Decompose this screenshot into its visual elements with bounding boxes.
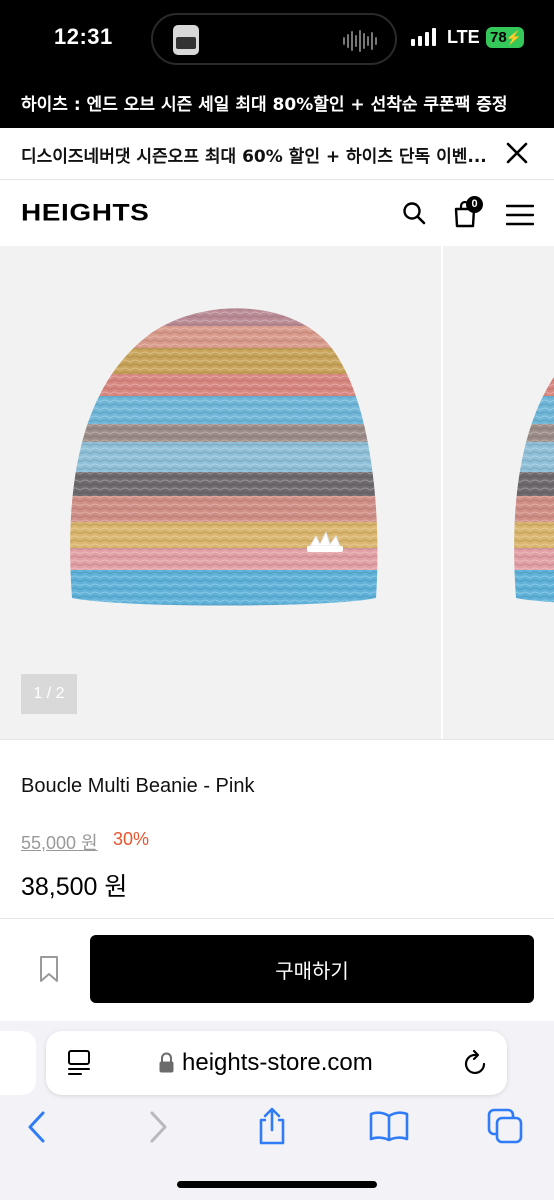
status-bar: 12:31 LTE 78 ⚡ — [0, 0, 554, 78]
product-image-carousel[interactable]: 1 / 2 — [0, 246, 554, 740]
now-playing-artwork-icon — [173, 25, 199, 55]
battery-level: 78 — [490, 29, 507, 46]
promo-banner[interactable]: 하이츠 : 엔드 오브 시즌 세일 최대 80%할인 + 선착순 쿠폰팩 증정 — [0, 78, 554, 128]
bookmark-icon[interactable] — [37, 955, 61, 983]
cellular-signal-icon — [411, 28, 436, 46]
status-time: 12:31 — [54, 24, 113, 49]
slide-counter: 1 / 2 — [21, 674, 77, 714]
network-type: LTE — [447, 27, 480, 47]
close-icon[interactable] — [505, 141, 529, 165]
product-image — [70, 308, 554, 606]
back-icon[interactable] — [25, 1110, 49, 1144]
previous-tab-preview[interactable] — [0, 1031, 36, 1095]
buy-button[interactable]: 구매하기 — [90, 935, 534, 1003]
cart-count-badge: 0 — [466, 196, 483, 213]
slide-divider — [441, 246, 443, 739]
forward-icon[interactable] — [146, 1110, 170, 1144]
reload-icon[interactable] — [463, 1049, 489, 1077]
tabs-icon[interactable] — [487, 1108, 525, 1144]
notice-bar-text: 디스이즈네버댓 시즌오프 최대 60% 할인 + 하이츠 단독 이벤... — [21, 147, 487, 167]
lock-icon — [159, 1052, 174, 1073]
sale-price: 38,500 원 — [21, 873, 128, 901]
site-logo[interactable]: HEIGHTS — [21, 200, 149, 228]
dynamic-island — [151, 13, 397, 65]
search-icon[interactable] — [401, 200, 427, 226]
share-icon[interactable] — [256, 1106, 288, 1146]
hamburger-menu-icon[interactable] — [506, 204, 534, 226]
notice-bar[interactable]: 디스이즈네버댓 시즌오프 최대 60% 할인 + 하이츠 단독 이벤... — [0, 128, 554, 180]
reader-mode-icon[interactable] — [66, 1049, 92, 1077]
promo-banner-text: 하이츠 : 엔드 오브 시즌 세일 최대 80%할인 + 선착순 쿠폰팩 증정 — [21, 95, 508, 115]
discount-rate: 30% — [113, 829, 150, 849]
site-header: HEIGHTS — [0, 180, 554, 246]
url-text[interactable]: heights-store.com — [182, 1049, 373, 1077]
home-indicator[interactable] — [177, 1181, 377, 1188]
battery-icon: 78 ⚡ — [486, 27, 524, 48]
product-name: Boucle Multi Beanie - Pink — [21, 775, 255, 797]
audio-waveform-icon — [343, 29, 377, 53]
charging-bolt-icon: ⚡ — [505, 30, 522, 45]
bookmarks-icon[interactable] — [369, 1110, 409, 1142]
original-price: 55,000 원 — [21, 833, 98, 853]
